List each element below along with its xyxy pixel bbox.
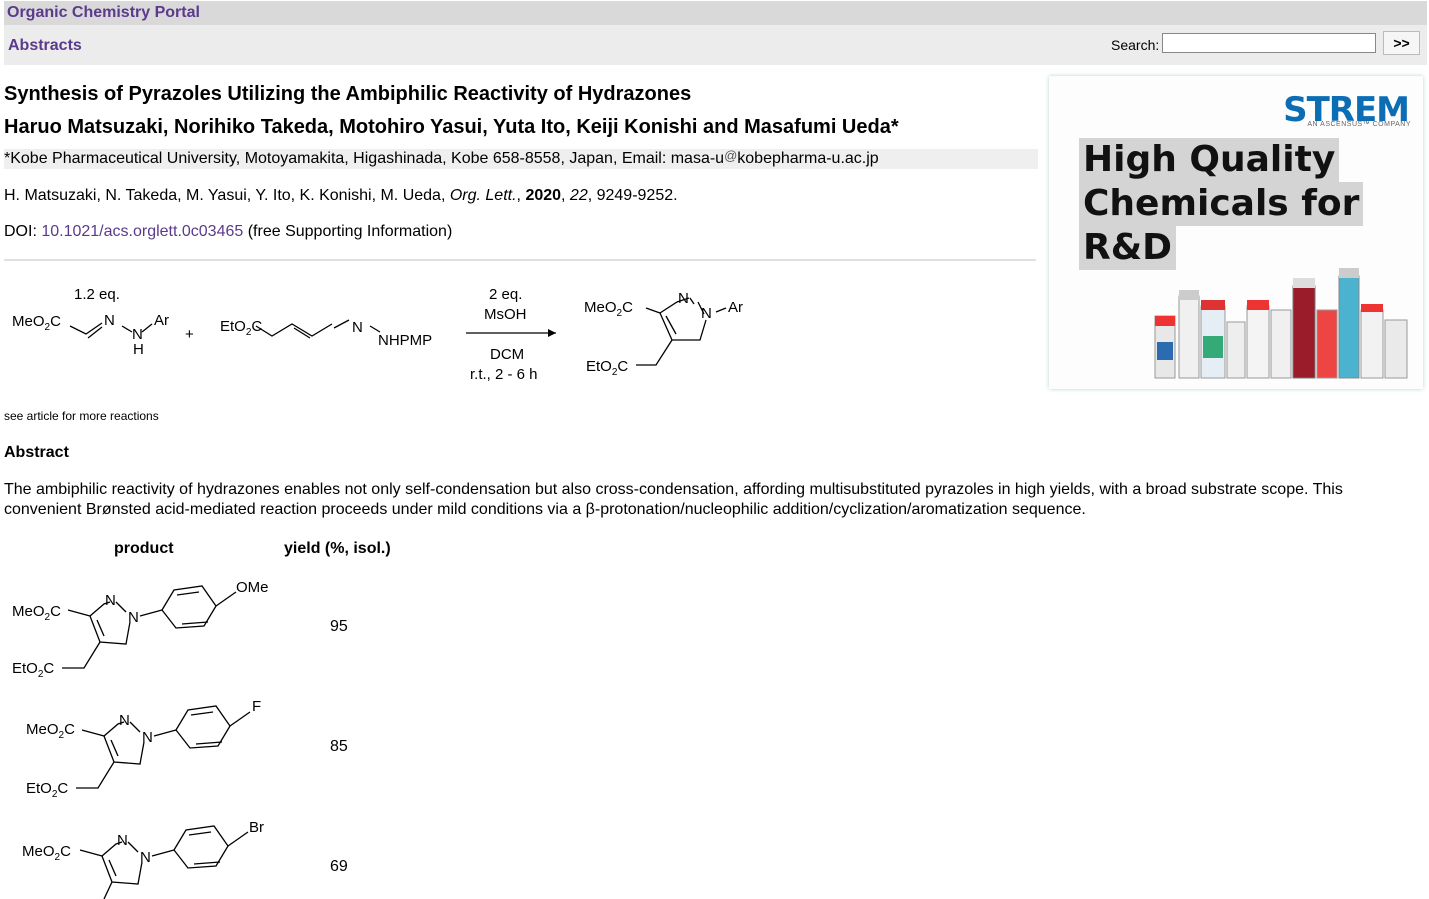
- product-ester-label: MeO2C: [12, 603, 61, 623]
- citation-authors: H. Matsuzaki, N. Takeda, M. Yasui, Y. It…: [4, 187, 450, 204]
- product-n1-label: N: [678, 290, 689, 307]
- product-n-label: N: [105, 592, 116, 609]
- yield-value: 69: [330, 858, 348, 875]
- search-label: Search:: [1111, 37, 1160, 53]
- affiliation-text: *Kobe Pharmaceutical University, Motoyam…: [4, 150, 725, 167]
- reaction-scheme: 1.2 eq. MeO2C N N H Ar + EtO2C N NHPMP 2…: [12, 286, 743, 383]
- product-n-label: N: [142, 729, 153, 746]
- search-submit-button[interactable]: >>: [1383, 31, 1420, 55]
- yield-value: 85: [330, 738, 348, 755]
- article-title: Synthesis of Pyrazoles Utilizing the Amb…: [4, 83, 692, 105]
- abstracts-link[interactable]: Abstracts: [8, 37, 82, 55]
- column-header-product: product: [114, 540, 174, 557]
- citation-year: 2020: [525, 187, 562, 204]
- product-substituent: OMe: [236, 579, 269, 596]
- plus-sign: +: [185, 326, 194, 343]
- doi-label: DOI:: [4, 223, 42, 240]
- product-ester-label: MeO2C: [584, 299, 633, 319]
- abstract-text: The ambiphilic reactivity of hydrazones …: [4, 481, 1343, 518]
- product-substituent: Br: [249, 819, 264, 836]
- reagent1-eq-label: 1.2 eq.: [74, 286, 120, 303]
- site-title-link[interactable]: Organic Chemistry Portal: [7, 4, 200, 21]
- product-n-label: N: [119, 712, 130, 729]
- product-n2-label: N: [701, 305, 712, 322]
- product-n-label: N: [140, 849, 151, 866]
- search-input[interactable]: [1162, 33, 1376, 53]
- abstract-heading: Abstract: [4, 444, 69, 461]
- product-substituent: F: [252, 698, 261, 715]
- doi-suffix: (free Supporting Information): [243, 223, 453, 240]
- reagent2-nhpmp-label: NHPMP: [378, 332, 432, 349]
- yield-value: 95: [330, 618, 348, 635]
- column-header-yield: yield (%, isol.): [284, 540, 391, 557]
- citation-journal: Org. Lett.: [449, 187, 517, 204]
- product-ester2-label: EtO2C: [26, 780, 68, 800]
- product-structure-1: MeO2C N N OMe EtO2C: [12, 579, 269, 680]
- product-ester2-label: EtO2C: [12, 660, 54, 680]
- ad-headline-1: High Quality: [1079, 138, 1340, 182]
- reagent1-n-label: N: [104, 312, 115, 329]
- product-n-label: N: [128, 609, 139, 626]
- email-domain: kobepharma-u.ac.jp: [737, 150, 879, 167]
- product-structure-3: MeO2C N N Br: [22, 819, 264, 899]
- conditions-acid: MsOH: [484, 306, 527, 323]
- conditions-time: r.t., 2 - 6 h: [470, 366, 538, 383]
- conditions-solvent: DCM: [490, 346, 524, 363]
- conditions-equiv: 2 eq.: [489, 286, 522, 303]
- reagent1-ester-label: MeO2C: [12, 313, 61, 333]
- advertisement-banner[interactable]: STREM AN ASCENSUS™ COMPANY High Quality …: [1049, 76, 1423, 389]
- reagent2-ester-label: EtO2C: [220, 318, 262, 338]
- doi-link[interactable]: 10.1021/acs.orglett.0c03465: [41, 223, 243, 240]
- site-title-bar: Organic Chemistry Portal: [4, 1, 1427, 25]
- product-ester-label: MeO2C: [26, 721, 75, 741]
- product-ar-label: Ar: [728, 299, 743, 316]
- reagent1-h-label: H: [133, 341, 144, 358]
- citation: H. Matsuzaki, N. Takeda, M. Yasui, Y. It…: [4, 187, 678, 205]
- chemical-bottles-image: [1154, 268, 1408, 379]
- doi-line: DOI: 10.1021/acs.orglett.0c03465 (free S…: [4, 223, 452, 241]
- product-structure-2: MeO2C N N F EtO2C: [26, 698, 261, 800]
- citation-volume: 22: [569, 187, 588, 204]
- strem-logo-tagline: AN ASCENSUS™ COMPANY: [1307, 121, 1411, 128]
- product-n-label: N: [117, 832, 128, 849]
- product-ester2-label: EtO2C: [586, 358, 628, 378]
- citation-pages: , 9249-9252.: [587, 187, 678, 204]
- product-ester-label: MeO2C: [22, 843, 71, 863]
- at-icon: @: [724, 148, 738, 163]
- citation-separator: ,: [561, 187, 570, 204]
- divider: [4, 259, 1036, 261]
- section-bar: Abstracts Search: >>: [4, 25, 1427, 65]
- reagent2-n-label: N: [352, 319, 363, 336]
- affiliation: *Kobe Pharmaceutical University, Motoyam…: [4, 148, 1038, 169]
- reagent1-ar-label: Ar: [154, 312, 169, 329]
- see-more-note: see article for more reactions: [4, 409, 159, 423]
- ad-headline-2: Chemicals for: [1079, 182, 1364, 226]
- article-authors: Haruo Matsuzaki, Norihiko Takeda, Motohi…: [4, 116, 899, 138]
